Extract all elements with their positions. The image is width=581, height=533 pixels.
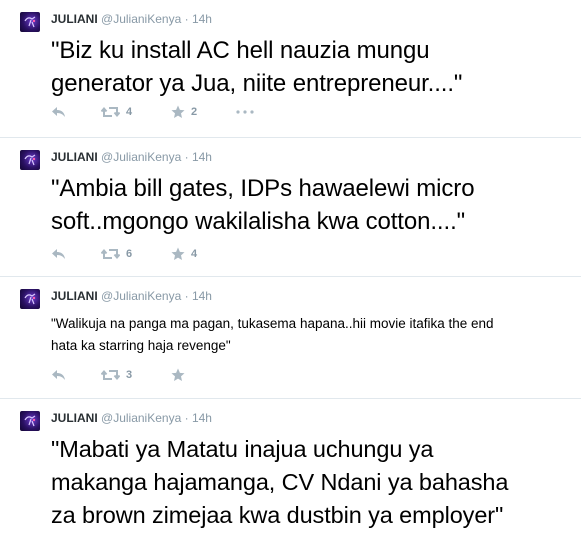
reply-icon bbox=[52, 107, 65, 117]
retweet-count: 4 bbox=[126, 106, 133, 118]
tweet-text: "Walikuja na panga ma pagan, tukasema ha… bbox=[51, 316, 494, 353]
star-icon bbox=[171, 105, 185, 118]
tweet-text: "Ambia bill gates, IDPs hawaelewi micro … bbox=[51, 175, 475, 235]
retweet-count: 6 bbox=[126, 248, 133, 260]
tweet-header: JULIANI @JulianiKenya · 14h bbox=[51, 12, 212, 26]
reply-button[interactable] bbox=[51, 367, 66, 383]
author-handle[interactable]: @JulianiKenya bbox=[101, 12, 181, 26]
tweet-text: "Biz ku install AC hell nauzia mungu gen… bbox=[51, 37, 463, 97]
retweet-button[interactable]: 4 bbox=[101, 104, 132, 120]
reply-icon bbox=[52, 249, 65, 259]
more-button[interactable] bbox=[236, 104, 254, 120]
tweet[interactable]: JULIANI @JulianiKenya · 14h "Walikuja na… bbox=[0, 277, 581, 398]
author-name[interactable]: JULIANI bbox=[51, 150, 98, 164]
tweet-header: JULIANI @JulianiKenya · 14h bbox=[51, 289, 212, 303]
separator-dot: · bbox=[184, 411, 189, 425]
favorite-count: 2 bbox=[191, 106, 198, 118]
retweet-button[interactable]: 3 bbox=[101, 367, 132, 383]
tweet-header: JULIANI @JulianiKenya · 14h bbox=[51, 150, 212, 164]
ellipsis-icon bbox=[236, 110, 254, 114]
separator-dot: · bbox=[184, 289, 189, 303]
tweet-header: JULIANI @JulianiKenya · 14h bbox=[51, 411, 212, 425]
retweet-icon bbox=[101, 369, 120, 381]
avatar[interactable] bbox=[20, 12, 40, 32]
tweet[interactable]: JULIANI @JulianiKenya · 14h "Ambia bill … bbox=[0, 138, 581, 276]
separator-dot: · bbox=[184, 12, 189, 26]
reply-icon bbox=[52, 370, 65, 380]
tweet-text: "Mabati ya Matatu inajua uchungu ya maka… bbox=[51, 436, 509, 528]
author-handle[interactable]: @JulianiKenya bbox=[101, 289, 181, 303]
author-name[interactable]: JULIANI bbox=[51, 411, 98, 425]
timestamp[interactable]: 14h bbox=[192, 12, 212, 26]
separator-dot: · bbox=[184, 150, 189, 164]
star-icon bbox=[171, 247, 185, 260]
avatar[interactable] bbox=[20, 411, 40, 431]
timestamp[interactable]: 14h bbox=[192, 289, 212, 303]
retweet-icon bbox=[101, 248, 120, 260]
favorite-count: 4 bbox=[191, 248, 198, 260]
star-icon bbox=[171, 368, 185, 381]
author-name[interactable]: JULIANI bbox=[51, 12, 98, 26]
favorite-button[interactable]: 4 bbox=[171, 246, 197, 262]
timestamp[interactable]: 14h bbox=[192, 411, 212, 425]
avatar[interactable] bbox=[20, 289, 40, 309]
timestamp[interactable]: 14h bbox=[192, 150, 212, 164]
retweet-count: 3 bbox=[126, 369, 133, 381]
retweet-icon bbox=[101, 106, 120, 118]
favorite-button[interactable] bbox=[171, 367, 185, 383]
reply-button[interactable] bbox=[51, 104, 66, 120]
reply-button[interactable] bbox=[51, 246, 66, 262]
tweet[interactable]: JULIANI @JulianiKenya · 14h "Biz ku inst… bbox=[0, 0, 581, 137]
author-handle[interactable]: @JulianiKenya bbox=[101, 150, 181, 164]
favorite-button[interactable]: 2 bbox=[171, 104, 197, 120]
tweet[interactable]: JULIANI @JulianiKenya · 14h "Mabati ya M… bbox=[0, 399, 581, 533]
retweet-button[interactable]: 6 bbox=[101, 246, 132, 262]
author-handle[interactable]: @JulianiKenya bbox=[101, 411, 181, 425]
avatar[interactable] bbox=[20, 150, 40, 170]
author-name[interactable]: JULIANI bbox=[51, 289, 98, 303]
